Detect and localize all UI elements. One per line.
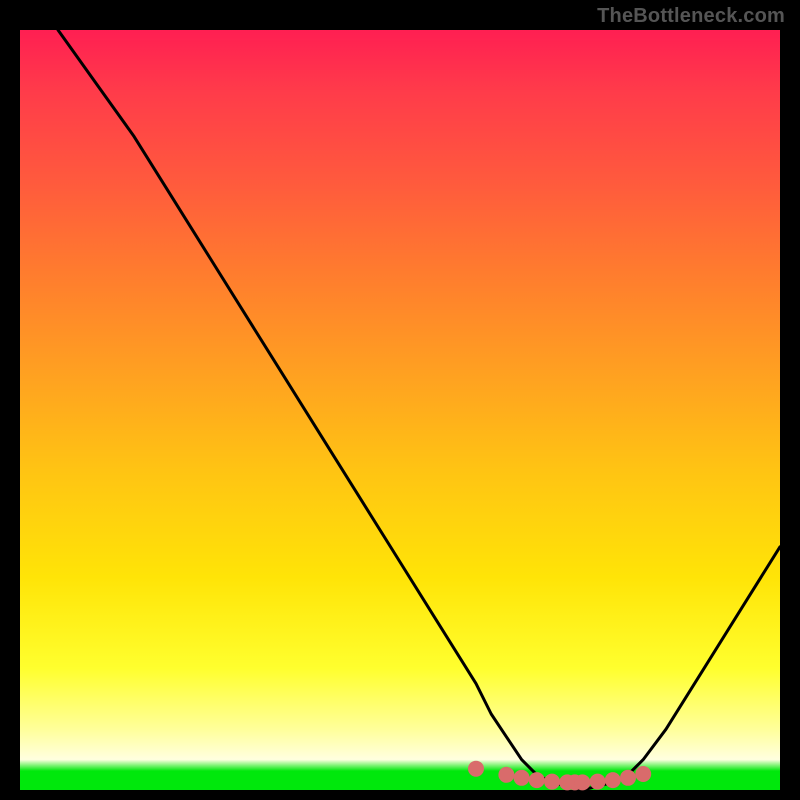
optimal-marker	[468, 761, 484, 777]
plot-area	[20, 30, 780, 790]
optimal-marker	[620, 770, 636, 786]
optimal-marker	[529, 772, 545, 788]
optimal-marker	[514, 770, 530, 786]
optimal-marker	[590, 774, 606, 790]
bottleneck-curve	[58, 30, 780, 790]
optimal-marker	[605, 772, 621, 788]
optimal-marker	[498, 767, 514, 783]
watermark-label: TheBottleneck.com	[597, 5, 785, 28]
optimal-marker	[635, 766, 651, 782]
optimal-marker	[574, 774, 590, 790]
chart-overlay	[20, 30, 780, 790]
marker-layer	[468, 761, 651, 791]
optimal-marker	[544, 774, 560, 790]
curve-layer	[58, 30, 780, 790]
chart-frame: TheBottleneck.com	[0, 0, 800, 800]
